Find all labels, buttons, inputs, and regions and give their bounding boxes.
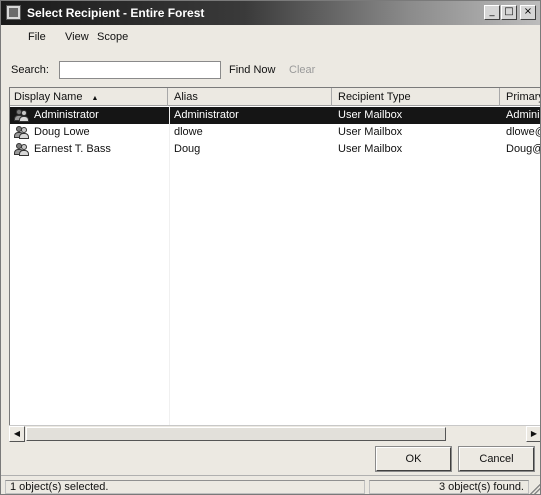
- menu-view[interactable]: View: [65, 31, 89, 43]
- clear-button[interactable]: Clear: [289, 64, 315, 76]
- table-row[interactable]: Doug Lowe dlowe User Mailbox dlowe@: [10, 124, 540, 141]
- column-primary[interactable]: Primary: [502, 88, 540, 106]
- user-mailbox-icon: [14, 108, 29, 122]
- cell-alias: Administrator: [174, 109, 239, 121]
- cell-display-name: Doug Lowe: [34, 126, 90, 138]
- title-bar[interactable]: Select Recipient - Entire Forest _ □ ×: [1, 1, 540, 25]
- resize-grip-icon[interactable]: [530, 484, 540, 494]
- list-header: Display Name ▲ Alias Recipient Type Prim…: [10, 88, 540, 106]
- cell-alias: dlowe: [174, 126, 203, 138]
- status-bar: 1 object(s) selected. 3 object(s) found.: [1, 475, 540, 494]
- cell-alias: Doug: [174, 143, 201, 155]
- search-label: Search:: [11, 64, 49, 76]
- menu-bar: File View Scope: [1, 28, 540, 48]
- user-mailbox-icon: [14, 125, 29, 139]
- cell-recipient-type: User Mailbox: [338, 143, 403, 155]
- column-display-name[interactable]: Display Name ▲: [10, 88, 168, 106]
- status-selected-count: 1 object(s) selected.: [5, 480, 365, 494]
- horizontal-scrollbar[interactable]: ◀ ▶: [9, 425, 540, 442]
- ok-button[interactable]: OK: [375, 446, 452, 472]
- cell-display-name: Administrator: [34, 109, 99, 121]
- scroll-left-arrow-icon[interactable]: ◀: [9, 426, 25, 442]
- find-now-button[interactable]: Find Now: [229, 64, 275, 76]
- menu-scope[interactable]: Scope: [97, 31, 128, 43]
- column-display-name-label: Display Name: [14, 91, 83, 103]
- column-alias[interactable]: Alias: [170, 88, 332, 106]
- cell-primary: dlowe@: [506, 126, 540, 138]
- cell-display-name: Earnest T. Bass: [34, 143, 111, 155]
- cell-recipient-type: User Mailbox: [338, 109, 403, 121]
- table-row[interactable]: Administrator Administrator User Mailbox…: [10, 107, 540, 124]
- column-divider: [169, 106, 170, 426]
- maximize-button[interactable]: □: [501, 5, 517, 20]
- recipient-list[interactable]: Display Name ▲ Alias Recipient Type Prim…: [9, 87, 541, 437]
- table-row[interactable]: Earnest T. Bass Doug User Mailbox Doug@: [10, 141, 541, 158]
- status-found-count: 3 object(s) found.: [369, 480, 529, 494]
- window-title: Select Recipient - Entire Forest: [27, 6, 205, 20]
- close-button[interactable]: ×: [520, 5, 536, 20]
- cell-recipient-type: User Mailbox: [338, 126, 403, 138]
- menu-file[interactable]: File: [28, 31, 46, 43]
- cell-primary: Admini: [506, 109, 540, 121]
- sort-ascending-icon: ▲: [91, 95, 99, 102]
- window-icon: [6, 5, 21, 20]
- user-mailbox-icon: [14, 142, 29, 156]
- cancel-button[interactable]: Cancel: [458, 446, 535, 472]
- search-row: Search: Find Now Clear: [1, 59, 540, 81]
- column-recipient-type[interactable]: Recipient Type: [334, 88, 500, 106]
- scroll-right-arrow-icon[interactable]: ▶: [526, 426, 540, 442]
- select-recipient-dialog: Select Recipient - Entire Forest _ □ × F…: [0, 0, 541, 495]
- cell-primary: Doug@: [506, 143, 541, 155]
- scroll-thumb[interactable]: [26, 427, 446, 441]
- search-input[interactable]: [59, 61, 221, 79]
- minimize-button[interactable]: _: [484, 5, 500, 20]
